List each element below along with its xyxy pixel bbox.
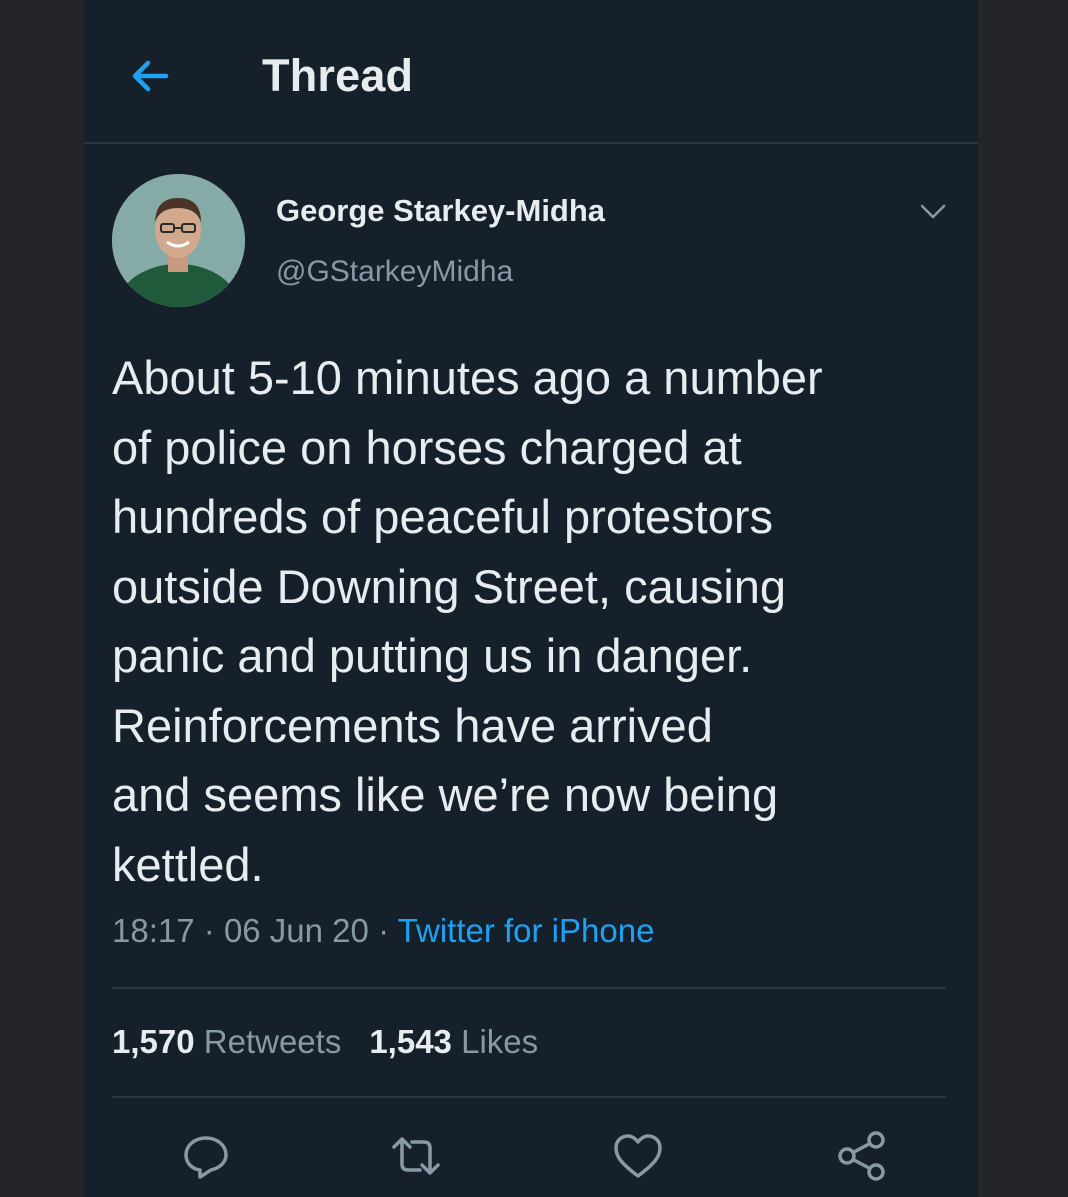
tweet-text: About 5-10 minutes ago a number of polic… <box>112 351 823 891</box>
like-button[interactable] <box>610 1128 666 1184</box>
more-options-button[interactable] <box>918 196 948 226</box>
likes-stat[interactable]: 1,543 Likes <box>369 1023 538 1060</box>
reply-button[interactable] <box>178 1128 234 1184</box>
retweets-label: Retweets <box>203 1023 342 1060</box>
tweet-thread-screen: Thread George Starkey-Midha @GStarkeyMid… <box>84 0 978 1197</box>
retweets-count: 1,570 <box>112 1023 195 1060</box>
page-title: Thread <box>262 50 414 101</box>
tweet-time: 18:17 <box>112 912 195 949</box>
profile-photo <box>112 174 245 307</box>
author-handle[interactable]: @GStarkeyMidha <box>276 255 513 289</box>
share-button[interactable] <box>834 1128 890 1184</box>
tweet-metadata: 18:17 · 06 Jun 20 · Twitter for iPhone <box>112 912 654 950</box>
likes-count: 1,543 <box>369 1023 452 1060</box>
divider <box>112 987 946 989</box>
meta-separator: · <box>203 912 215 949</box>
tweet-stats: 1,570 Retweets 1,543 Likes <box>112 1023 566 1061</box>
tweet-source-link[interactable]: Twitter for iPhone <box>398 912 655 949</box>
back-button[interactable] <box>126 52 174 100</box>
thread-header: Thread <box>84 0 978 144</box>
retweet-button[interactable] <box>388 1128 444 1184</box>
like-icon <box>614 1134 662 1178</box>
author-display-name[interactable]: George Starkey-Midha <box>276 193 605 229</box>
meta-separator: · <box>378 912 390 949</box>
tweet-action-bar <box>84 1128 978 1188</box>
retweet-icon <box>392 1137 440 1175</box>
avatar[interactable] <box>112 174 245 307</box>
likes-label: Likes <box>461 1023 539 1060</box>
chevron-down-icon <box>920 204 946 219</box>
reply-icon <box>184 1136 228 1179</box>
tweet-date: 06 Jun 20 <box>223 912 369 949</box>
divider <box>112 1096 946 1098</box>
share-icon <box>838 1131 885 1181</box>
arrow-left-icon <box>132 60 169 92</box>
retweets-stat[interactable]: 1,570 Retweets <box>112 1023 341 1060</box>
